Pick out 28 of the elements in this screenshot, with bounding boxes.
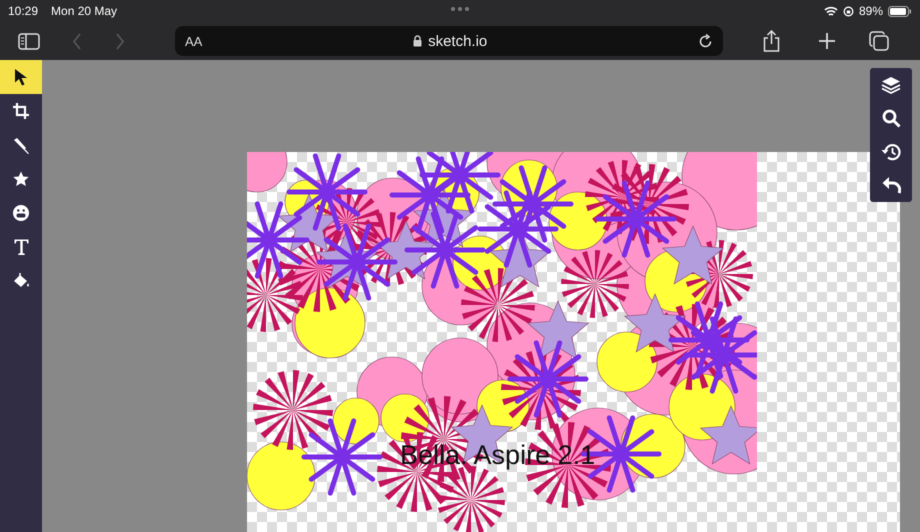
paint-bucket-icon [12,273,30,289]
wifi-icon [824,6,838,16]
more-dots-icon[interactable] [451,7,469,11]
star-icon [13,171,29,187]
search-icon[interactable] [882,109,900,128]
reload-icon[interactable] [698,34,714,48]
layers-icon[interactable] [881,76,901,94]
brush-icon [12,136,30,154]
undo-icon[interactable] [882,176,900,194]
address-bar[interactable]: AA sketch.io [175,26,723,56]
text-size-button[interactable]: AA [185,34,202,48]
text-tool-icon [14,239,28,255]
tool-pointer-button[interactable] [0,60,42,94]
sidebar-icon[interactable] [18,32,40,50]
grinning-face-icon [13,205,29,221]
history-icon[interactable] [881,143,901,161]
battery-icon [888,6,912,16]
status-time: 10:29 [8,4,38,18]
plus-icon[interactable] [819,33,835,49]
battery-percent: 89% [858,4,883,18]
crop-icon [13,103,29,119]
pointer-icon [14,68,28,86]
status-date: Mon 20 May [51,4,118,18]
lock-icon [413,35,422,47]
share-icon[interactable] [763,30,780,52]
url-text: sketch.io [428,32,488,50]
lock-rotation-icon [842,6,854,16]
tabs-icon[interactable] [869,31,889,51]
